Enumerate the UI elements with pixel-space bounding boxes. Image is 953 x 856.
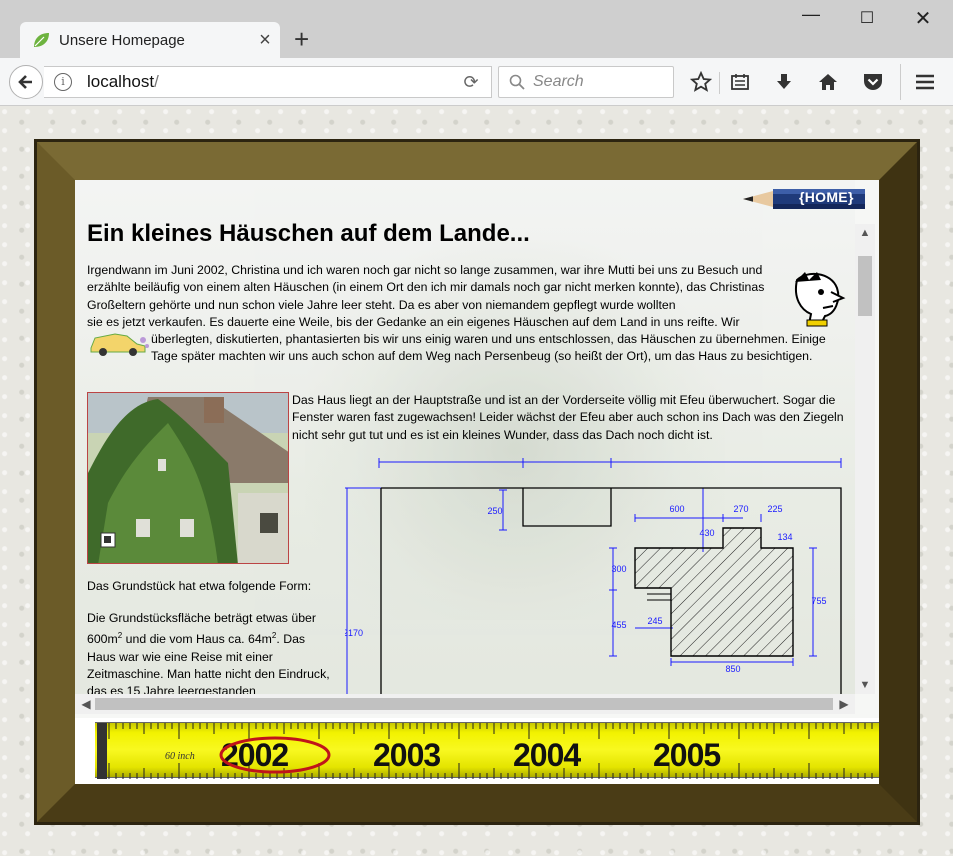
- plan-dim-label: 850: [725, 664, 740, 674]
- picture-frame: {HOME} Ein kleines Häuschen auf dem Land…: [37, 142, 917, 822]
- plot-floor-plan: 1020 610 1590 250 600 270 225 430 134 30…: [345, 456, 842, 694]
- browser-tab[interactable]: Unsere Homepage ×: [20, 22, 280, 58]
- plan-dim-label: 134: [777, 532, 792, 542]
- toolbar-divider: [719, 72, 720, 94]
- horizontal-scrollbar[interactable]: ◀ ▶: [75, 694, 855, 714]
- page-background: {HOME} Ein kleines Häuschen auf dem Land…: [0, 106, 953, 856]
- plan-dim-label: 430: [699, 528, 714, 538]
- tape-inch-label: 60 inch: [165, 751, 195, 762]
- house-paragraph: Das Haus liegt an der Hauptstraße und is…: [292, 393, 844, 442]
- tape-measure-banner: 60 inch 2002 2003 2004 2005: [75, 718, 879, 784]
- vertical-scrollbar[interactable]: ▲ ▼: [855, 224, 875, 694]
- reader-list-icon[interactable]: [727, 70, 753, 94]
- tape-year-2003[interactable]: 2003: [373, 737, 441, 774]
- home-button[interactable]: {HOME}: [743, 185, 867, 213]
- plan-dim-label: 225: [767, 504, 782, 514]
- search-icon: [509, 74, 525, 90]
- plan-dim-label: 600: [669, 504, 684, 514]
- scroll-thumb[interactable]: [858, 256, 872, 316]
- year-circle-mark: [219, 736, 331, 774]
- plan-dim-label: 1020: [442, 456, 462, 458]
- ivy-house-image: [88, 393, 288, 563]
- maximize-button[interactable]: ☐: [852, 8, 882, 28]
- tape-year-2005[interactable]: 2005: [653, 737, 721, 774]
- download-icon[interactable]: [771, 70, 797, 94]
- leaf-icon: [34, 33, 49, 47]
- toolbar-divider: [900, 64, 901, 100]
- plan-dim-label: 245: [647, 616, 662, 626]
- browser-titlebar: Unsere Homepage × + — ☐ ✕: [0, 0, 953, 58]
- plan-dim-label: 300: [611, 564, 626, 574]
- page-title: Ein kleines Häuschen auf dem Lande...: [87, 220, 530, 247]
- car-icon: [90, 333, 149, 356]
- url-bar[interactable]: i localhost/ ⟳: [44, 66, 492, 98]
- tape-strip: 60 inch 2002 2003 2004 2005: [95, 722, 879, 779]
- close-window-button[interactable]: ✕: [908, 6, 938, 31]
- back-arrow-icon: [18, 75, 32, 89]
- plan-dim-label: 2170: [345, 628, 363, 638]
- plan-dim-label: 270: [733, 504, 748, 514]
- scroll-right-icon[interactable]: ▶: [835, 694, 853, 714]
- plan-dim-label: 250: [487, 506, 502, 516]
- pocket-icon[interactable]: [860, 70, 886, 94]
- tab-title: Unsere Homepage: [59, 31, 185, 49]
- article-content: Ein kleines Häuschen auf dem Lande... Ir…: [83, 218, 853, 694]
- tab-close-button[interactable]: ×: [250, 29, 280, 52]
- frame-content: {HOME} Ein kleines Häuschen auf dem Land…: [75, 180, 879, 784]
- plot-paragraph: Die Grundstücksfläche beträgt etwas über…: [87, 611, 330, 694]
- tape-ticks: [97, 723, 873, 779]
- tape-year-2004[interactable]: 2004: [513, 737, 581, 774]
- plan-dim-label: 755: [811, 596, 826, 606]
- search-placeholder: Search: [533, 73, 584, 90]
- intro-paragraph-part-1: Irgendwann im Juni 2002, Christina und i…: [87, 263, 765, 312]
- search-input[interactable]: Search: [498, 66, 674, 98]
- back-button[interactable]: [9, 65, 43, 99]
- reload-icon[interactable]: ⟳: [451, 72, 491, 93]
- intro-paragraph-part-2: sie es jetzt verkaufen. Es dauerte eine …: [87, 315, 740, 329]
- bookmark-star-icon[interactable]: [688, 70, 714, 94]
- scroll-down-icon[interactable]: ▼: [855, 676, 875, 694]
- intro-paragraph-part-3: überlegten, diskutierten, phantasierten …: [151, 332, 826, 364]
- plan-dim-label: 610: [559, 456, 574, 458]
- plan-dim-label: 455: [611, 620, 626, 630]
- info-icon[interactable]: i: [54, 73, 72, 91]
- scroll-left-icon[interactable]: ◀: [77, 694, 95, 714]
- home-label: {HOME}: [799, 189, 854, 205]
- menu-icon[interactable]: [912, 70, 938, 94]
- new-tab-button[interactable]: +: [294, 24, 309, 55]
- minimize-button[interactable]: —: [796, 4, 826, 25]
- house-photo[interactable]: [87, 392, 289, 564]
- browser-navbar: i localhost/ ⟳ Search: [0, 58, 953, 106]
- scroll-up-icon[interactable]: ▲: [855, 224, 875, 242]
- scroll-thumb[interactable]: [95, 698, 833, 710]
- url-text[interactable]: localhost/: [87, 72, 451, 92]
- plot-intro: Das Grundstück hat etwa folgende Form:: [87, 579, 312, 593]
- plan-dim-label: 1590: [715, 456, 735, 458]
- home-icon[interactable]: [815, 70, 841, 94]
